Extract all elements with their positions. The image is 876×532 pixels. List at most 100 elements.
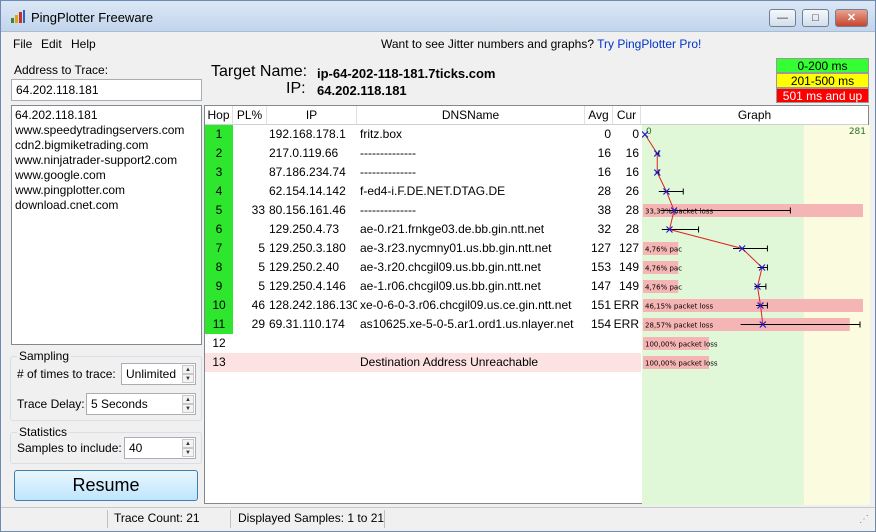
col-header-pl[interactable]: PL%	[233, 106, 267, 125]
hop-number: 11	[205, 315, 233, 334]
ip-address: 129.250.2.40	[269, 260, 340, 274]
packet-loss: 5	[258, 241, 265, 255]
col-header-avg[interactable]: Avg	[585, 106, 613, 125]
dns-name: --------------	[360, 203, 416, 217]
history-item[interactable]: cdn2.bigmiketrading.com	[15, 138, 198, 153]
hop-number: 7	[205, 239, 233, 258]
packet-loss-label: 33,33% packet loss	[645, 208, 713, 216]
table-row[interactable]: 8 5 129.250.2.40 ae-3.r20.chcgil09.us.bb.gi…	[205, 258, 641, 277]
cur-ms: 16	[625, 146, 639, 160]
resize-grip-icon[interactable]: ⋰	[859, 514, 869, 525]
hop-number: 5	[205, 201, 233, 220]
trace-delay-spinner[interactable]: 5 Seconds ▲ ▼	[86, 393, 196, 415]
dns-name: --------------	[360, 165, 416, 179]
packet-loss: 33	[251, 203, 265, 217]
minimize-button[interactable]: —	[769, 9, 796, 27]
avg-ms: 32	[597, 222, 611, 236]
resume-label: Resume	[72, 475, 140, 495]
table-row[interactable]: 11 29 69.31.110.174 as10625.xe-5-0-5.ar1.or…	[205, 315, 641, 334]
packet-loss-label: 4,76% pac	[645, 265, 682, 273]
status-bar: Trace Count: 21 Displayed Samples: 1 to …	[1, 507, 875, 531]
displayed-samples: Displayed Samples: 1 to 21	[238, 511, 385, 525]
avg-ms: 147	[590, 279, 611, 293]
table-row[interactable]: 12	[205, 334, 641, 353]
packet-loss	[233, 182, 265, 201]
legend-fast: 0-200 ms	[776, 58, 869, 73]
history-item[interactable]: www.google.com	[15, 168, 198, 183]
promo-banner: Want to see Jitter numbers and graphs? T…	[381, 37, 701, 51]
target-name-value: ip-64-202-118-181.7ticks.com	[317, 66, 496, 81]
dns-name: fritz.box	[360, 127, 403, 141]
packet-loss-label: 4,76% pac	[645, 284, 682, 292]
table-row[interactable]: 7 5 129.250.3.180 ae-3.r23.nycmny01.us.bb.g…	[205, 239, 641, 258]
window-title: PingPlotter Freeware	[31, 10, 154, 25]
times-to-trace-label: # of times to trace:	[17, 367, 116, 381]
col-header-graph[interactable]: Graph	[641, 106, 868, 125]
table-row[interactable]: 3 87.186.234.74 -------------- 16 16	[205, 163, 641, 182]
close-button[interactable]: ✕	[835, 9, 868, 27]
target-name-label: Target Name:	[211, 63, 308, 80]
table-row[interactable]: 9 5 129.250.4.146 ae-1.r06.chcgil09.us.bb.g…	[205, 277, 641, 296]
graph-zone-fast	[642, 125, 804, 505]
history-item[interactable]: download.cnet.com	[15, 198, 198, 213]
table-row[interactable]: 5 33 80.156.161.46 -------------- 38 28	[205, 201, 641, 220]
table-row[interactable]: 13 Destination Address Unreachable	[205, 353, 641, 372]
maximize-button[interactable]: □	[802, 9, 829, 27]
address-history-list[interactable]: 64.202.118.181 www.speedytradingservers.…	[11, 105, 202, 345]
history-item[interactable]: www.speedytradingservers.com	[15, 123, 198, 138]
col-header-hop[interactable]: Hop	[205, 106, 233, 125]
packet-loss: 5	[258, 279, 265, 293]
table-row[interactable]: 1 192.168.178.1 fritz.box 0 0	[205, 125, 641, 144]
times-to-trace-value: Unlimited	[126, 367, 177, 381]
hop-number: 6	[205, 220, 233, 239]
hop-number: 10	[205, 296, 233, 315]
table-row[interactable]: 6 129.250.4.73 ae-0.r21.frnkge03.de.bb.gin…	[205, 220, 641, 239]
history-item[interactable]: www.ninjatrader-support2.com	[15, 153, 198, 168]
packet-loss: 46	[251, 298, 265, 312]
resume-button[interactable]: Resume	[14, 470, 198, 501]
packet-loss-label: 28,57% packet loss	[645, 322, 713, 330]
address-input[interactable]: 64.202.118.181	[11, 79, 202, 101]
col-header-dnsname[interactable]: DNSName	[357, 106, 585, 125]
status-divider	[230, 510, 231, 528]
col-header-ip[interactable]: IP	[267, 106, 357, 125]
promo-text: Want to see Jitter numbers and graphs?	[381, 37, 594, 51]
spinner-arrows-icon[interactable]: ▲ ▼	[182, 395, 194, 413]
avg-ms	[585, 334, 611, 353]
ip-address: 87.186.234.74	[269, 165, 346, 179]
cur-ms: 127	[618, 241, 639, 255]
graph-scale-max: 281	[849, 127, 866, 137]
ip-address: 80.156.161.46	[269, 203, 346, 217]
hop-number: 2	[205, 144, 233, 163]
cur-ms	[613, 353, 639, 372]
table-row[interactable]: 10 46 128.242.186.130 xe-0-6-0-3.r06.chcgil…	[205, 296, 641, 315]
cur-ms: 149	[618, 260, 639, 274]
samples-spinner[interactable]: 40 ▲ ▼	[124, 437, 196, 459]
cur-ms: ERR	[613, 298, 639, 312]
cur-ms: 26	[625, 184, 639, 198]
menu-help[interactable]: Help	[71, 37, 96, 51]
dns-name: ae-0.r21.frnkge03.de.bb.gin.ntt.net	[360, 222, 545, 236]
packet-loss: 29	[251, 317, 265, 331]
cur-ms: 28	[625, 203, 639, 217]
ip-address: 62.154.14.142	[269, 184, 346, 198]
packet-loss	[233, 353, 265, 372]
table-row[interactable]: 4 62.154.14.142 f-ed4-i.F.DE.NET.DTAG.DE 28…	[205, 182, 641, 201]
packet-loss	[233, 334, 265, 353]
times-to-trace-spinner[interactable]: Unlimited ▲ ▼	[121, 363, 196, 385]
samples-value: 40	[129, 441, 143, 455]
spinner-arrows-icon[interactable]: ▲ ▼	[182, 365, 194, 383]
trace-table: Hop PL% IP DNSName Avg Cur Graph 1 192.16…	[204, 105, 870, 505]
history-item[interactable]: 64.202.118.181	[15, 108, 198, 123]
menu-edit[interactable]: Edit	[41, 37, 62, 51]
history-item[interactable]: www.pingplotter.com	[15, 183, 198, 198]
col-header-cur[interactable]: Cur	[613, 106, 641, 125]
ip-address: 129.250.4.73	[269, 222, 340, 236]
sampling-group-title: Sampling	[17, 349, 72, 363]
menu-file[interactable]: File	[13, 37, 32, 51]
try-pro-link[interactable]: Try PingPlotter Pro!	[597, 37, 701, 51]
spinner-arrows-icon[interactable]: ▲ ▼	[182, 439, 194, 457]
table-row[interactable]: 2 217.0.119.66 -------------- 16 16	[205, 144, 641, 163]
packet-loss-label: 100,00% packet loss	[645, 360, 718, 368]
ip-address: 128.242.186.130	[269, 298, 357, 312]
